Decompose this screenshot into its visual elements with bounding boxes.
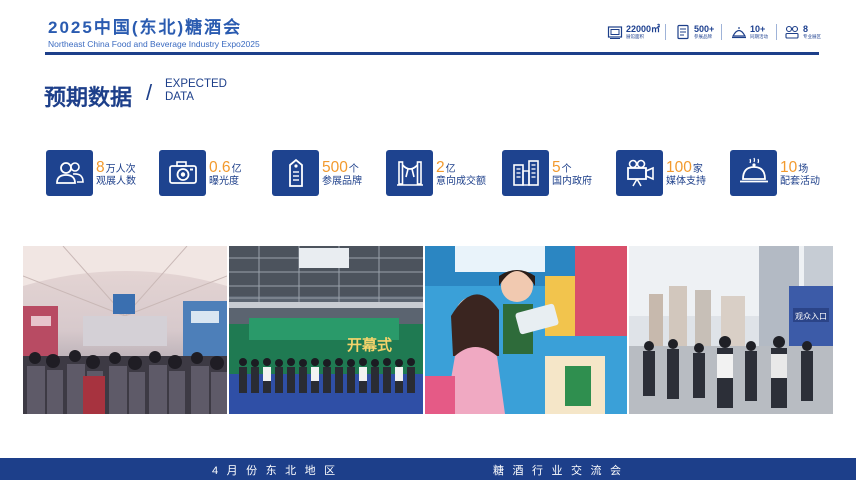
zones-icon bbox=[785, 25, 799, 39]
metric-unit: 场 bbox=[798, 164, 809, 175]
photo-banner-text: 开幕式 bbox=[347, 336, 392, 354]
camera-icon bbox=[168, 161, 197, 184]
header: 2025中国(东北)糖酒会 Northeast China Food and B… bbox=[0, 0, 856, 58]
metric-unit: 家 bbox=[692, 164, 703, 175]
metric-unit: 亿 bbox=[231, 164, 242, 175]
section-slash: / bbox=[146, 80, 153, 105]
stat-number: 22000㎡ bbox=[626, 23, 661, 34]
brand-title: 2025中国(东北)糖酒会 bbox=[48, 18, 243, 37]
metric-value: 8 bbox=[96, 159, 105, 176]
metric-value: 5 bbox=[552, 159, 561, 176]
metric-icon-tile bbox=[386, 150, 433, 196]
section-english-line1: EXPECTED bbox=[165, 78, 227, 90]
footer-bar: 4月份东北地区 糖酒行业交流会 bbox=[0, 458, 856, 480]
stat-separator bbox=[776, 24, 777, 40]
stat-events: 10+ 同期活动 bbox=[731, 22, 777, 42]
metric-value: 100 bbox=[666, 159, 692, 176]
metric-unit: 个 bbox=[348, 164, 359, 175]
metric-icon-tile bbox=[502, 150, 549, 196]
metric-unit: 万人次 bbox=[105, 164, 136, 175]
metric-label: 国内政府 bbox=[552, 176, 592, 187]
metric-label: 媒体支持 bbox=[666, 176, 706, 187]
metric-value: 2 bbox=[436, 159, 445, 176]
stat-number: 8 bbox=[803, 23, 809, 34]
visitors-icon bbox=[55, 162, 84, 184]
video-camera-icon bbox=[626, 159, 654, 187]
section-english-line2: DATA bbox=[165, 90, 194, 103]
section-title: 预期数据 bbox=[44, 85, 133, 110]
exhibition-hall-crowd-photo bbox=[23, 246, 227, 414]
outdoor-entrance-photo: 观众入口 bbox=[629, 246, 833, 414]
stat-label: 专业展区 bbox=[803, 33, 821, 39]
stat-label: 展馆面积 bbox=[626, 33, 644, 39]
header-divider bbox=[45, 52, 819, 55]
metric-unit: 个 bbox=[561, 164, 572, 175]
stat-number: 500+ bbox=[694, 23, 715, 34]
government-building-icon bbox=[512, 160, 539, 186]
metric-value: 500 bbox=[322, 159, 348, 176]
stat-separator bbox=[721, 24, 723, 40]
brand-tag-icon bbox=[677, 24, 689, 40]
event-cloche-icon bbox=[731, 27, 747, 39]
metric-label: 参展品牌 bbox=[322, 176, 362, 187]
footer-left-text: 4月份东北地区 bbox=[212, 465, 344, 477]
footer-right-text: 糖酒行业交流会 bbox=[493, 465, 630, 477]
price-tag-icon bbox=[288, 158, 303, 187]
stat-label: 同期活动 bbox=[750, 33, 768, 39]
metric-icon-tile bbox=[730, 150, 777, 196]
opening-ceremony-stage-photo: 开幕式 bbox=[229, 246, 423, 414]
metric-value: 10 bbox=[780, 159, 798, 176]
metric-label: 配套活动 bbox=[780, 176, 820, 187]
exhibition-hall-icon bbox=[607, 26, 623, 39]
stat-zones: 8 专业展区 bbox=[784, 22, 821, 42]
metric-icon-tile bbox=[616, 150, 663, 196]
metric-label: 观展人数 bbox=[96, 176, 136, 187]
stat-number: 10+ bbox=[750, 23, 766, 34]
brand-subtitle: Northeast China Food and Beverage Indust… bbox=[48, 39, 260, 49]
metric-icon-tile bbox=[272, 150, 319, 196]
livestream-host-photo bbox=[425, 246, 627, 414]
photo-banner-text: 观众入口 bbox=[795, 312, 827, 321]
metric-unit: 亿 bbox=[445, 164, 456, 175]
stat-separator bbox=[665, 24, 667, 40]
ribbon-cutting-icon bbox=[396, 161, 423, 186]
metric-value: 0.6 bbox=[209, 159, 231, 176]
metric-label: 曝光度 bbox=[209, 176, 239, 187]
metric-icon-tile bbox=[159, 150, 206, 196]
stat-label: 参展品牌 bbox=[694, 33, 712, 39]
section-english-title: EXPECTED DATA bbox=[165, 78, 227, 103]
metric-label: 意向成交额 bbox=[436, 176, 486, 187]
stat-exhibition-area: 22000㎡ 展馆面积 bbox=[607, 22, 667, 42]
metric-icon-tile bbox=[46, 150, 93, 196]
stat-brands: 500+ 参展品牌 bbox=[675, 22, 723, 42]
food-cloche-icon bbox=[739, 157, 768, 183]
